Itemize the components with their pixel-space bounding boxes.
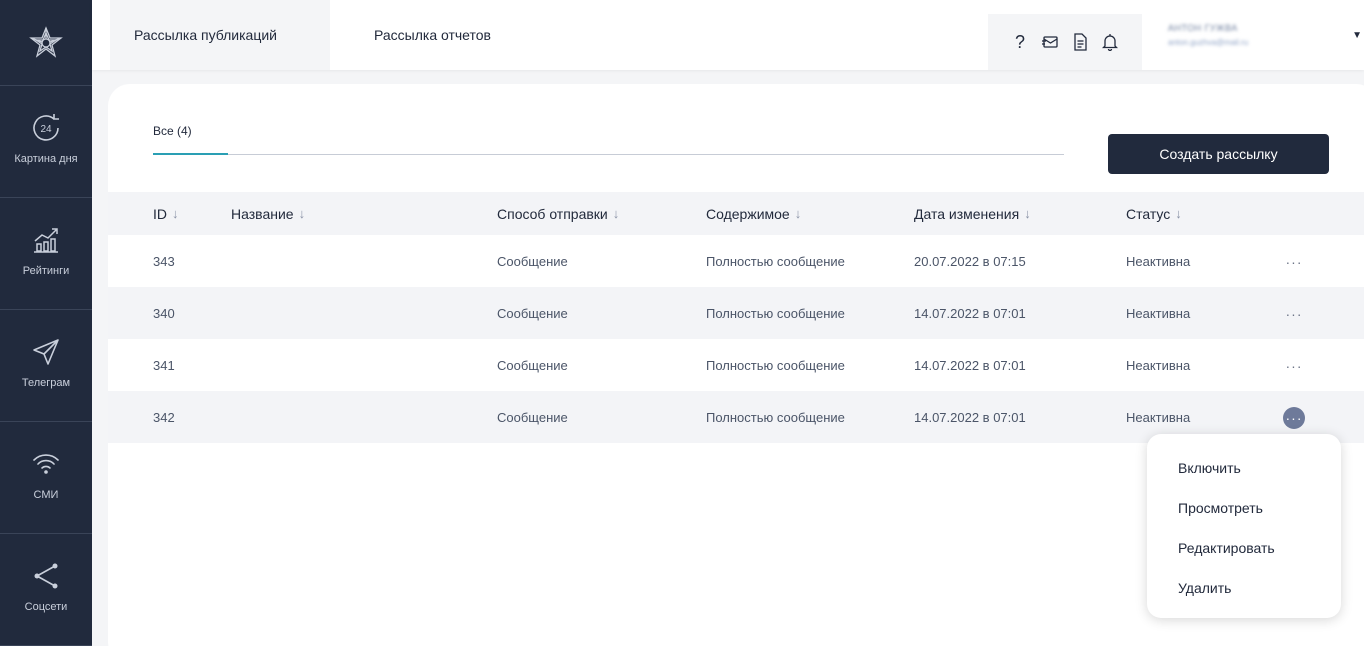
tab-rassylka-otchetov[interactable]: Рассылка отчетов [350, 0, 515, 70]
column-header-id[interactable]: ID ↓ [153, 192, 179, 235]
cell-content: Полностью сообщение [706, 305, 845, 321]
cell-id: 340 [153, 305, 175, 321]
top-bar: Рассылка публикаций Рассылка отчетов ? А… [92, 0, 1364, 70]
filter-divider [228, 154, 1064, 155]
sidebar-item-telegram[interactable]: Телеграм [0, 310, 92, 422]
help-icon[interactable]: ? [1010, 32, 1030, 52]
filter-tab-all[interactable]: Все (4) [153, 124, 192, 138]
cell-id: 341 [153, 357, 175, 373]
sidebar: 24 Картина дня Рейтинги Телеграм СМИ Соц… [0, 0, 92, 646]
table-header: ID ↓ Название ↓ Способ отправки ↓ Содержимо… [108, 192, 1364, 235]
cell-date: 14.07.2022 в 07:01 [914, 409, 1026, 425]
bell-icon[interactable] [1100, 32, 1120, 52]
sidebar-item-label: Рейтинги [22, 265, 70, 277]
column-header-date[interactable]: Дата изменения ↓ [914, 192, 1031, 235]
logo[interactable] [0, 0, 92, 86]
row-actions-menu: Включить Просмотреть Редактировать Удали… [1147, 434, 1341, 618]
menu-item-delete[interactable]: Удалить [1147, 568, 1341, 608]
mail-icon[interactable] [1040, 32, 1060, 52]
more-options-icon[interactable]: ··· [1283, 251, 1305, 273]
cell-date: 14.07.2022 в 07:01 [914, 305, 1026, 321]
more-options-icon[interactable]: ··· [1283, 407, 1305, 429]
cell-content: Полностью сообщение [706, 253, 845, 269]
document-icon[interactable] [1070, 32, 1090, 52]
sidebar-item-label: Соцсети [24, 601, 68, 613]
cell-content: Полностью сообщение [706, 357, 845, 373]
sidebar-item-socseti[interactable]: Соцсети [0, 534, 92, 646]
more-options-icon[interactable]: ··· [1283, 355, 1305, 377]
column-label: Способ отправки [497, 205, 608, 222]
column-label: Статус [1126, 205, 1171, 222]
wifi-icon [26, 444, 66, 484]
column-header-name[interactable]: Название ↓ [231, 192, 305, 235]
star-logo-icon [29, 25, 63, 58]
cell-content: Полностью сообщение [706, 409, 845, 425]
menu-item-view[interactable]: Просмотреть [1147, 488, 1341, 528]
cell-id: 343 [153, 253, 175, 269]
sort-arrow-icon: ↓ [298, 206, 306, 221]
sort-arrow-icon: ↓ [172, 206, 179, 221]
menu-item-edit[interactable]: Редактировать [1147, 528, 1341, 568]
send-icon [26, 332, 66, 372]
sidebar-item-reytingi[interactable]: Рейтинги [0, 198, 92, 310]
more-options-icon[interactable]: ··· [1283, 303, 1305, 325]
cell-status: Неактивна [1126, 357, 1191, 373]
column-label: Название [231, 205, 294, 222]
column-label: Содержимое [706, 205, 790, 222]
cell-method: Сообщение [497, 253, 568, 269]
user-menu[interactable]: АНТОН ГУЖВА anton.guzhva@mail.ru ▼ [1150, 0, 1364, 70]
sort-arrow-icon: ↓ [794, 206, 802, 221]
chart-up-icon [26, 220, 66, 260]
sidebar-item-smi[interactable]: СМИ [0, 422, 92, 534]
column-header-status[interactable]: Статус ↓ [1126, 192, 1182, 235]
cell-method: Сообщение [497, 305, 568, 321]
chevron-down-icon[interactable]: ▼ [1352, 30, 1362, 41]
sidebar-item-label: Телеграм [21, 377, 71, 389]
user-name: АНТОН ГУЖВА [1168, 23, 1238, 33]
create-mailing-button[interactable]: Создать рассылку [1108, 134, 1329, 174]
table-row[interactable]: 341 Сообщение Полностью сообщение 14.07.… [108, 339, 1364, 391]
sidebar-item-kartina-dnya[interactable]: 24 Картина дня [0, 86, 92, 198]
column-label: Дата изменения [914, 205, 1020, 222]
table-row[interactable]: 343 Сообщение Полностью сообщение 20.07.… [108, 235, 1364, 287]
column-header-method[interactable]: Способ отправки ↓ [497, 192, 619, 235]
user-info: АНТОН ГУЖВА anton.guzhva@mail.ru [1168, 23, 1248, 47]
sidebar-item-label: СМИ [33, 489, 59, 501]
cell-method: Сообщение [497, 357, 568, 373]
tab-rassylka-publikatsiy[interactable]: Рассылка публикаций [110, 0, 330, 70]
sort-arrow-icon: ↓ [1175, 206, 1182, 221]
column-header-content[interactable]: Содержимое ↓ [706, 192, 801, 235]
share-icon [26, 556, 66, 596]
menu-item-enable[interactable]: Включить [1147, 448, 1341, 488]
top-icons-area: ? [988, 14, 1142, 70]
sort-arrow-icon: ↓ [612, 206, 620, 221]
column-label: ID [153, 205, 167, 222]
cell-status: Неактивна [1126, 305, 1191, 321]
cell-id: 342 [153, 409, 175, 425]
cell-date: 20.07.2022 в 07:15 [914, 253, 1026, 269]
clock-24-badge: 24 [40, 124, 52, 135]
cell-method: Сообщение [497, 409, 568, 425]
sort-arrow-icon: ↓ [1024, 206, 1031, 221]
clock-24-icon: 24 [26, 108, 66, 148]
filter-tab-underline [153, 153, 228, 155]
user-email: anton.guzhva@mail.ru [1168, 38, 1249, 47]
table-row[interactable]: 340 Сообщение Полностью сообщение 14.07.… [108, 287, 1364, 339]
sidebar-item-label: Картина дня [14, 153, 78, 165]
cell-date: 14.07.2022 в 07:01 [914, 357, 1026, 373]
cell-status: Неактивна [1126, 253, 1191, 269]
